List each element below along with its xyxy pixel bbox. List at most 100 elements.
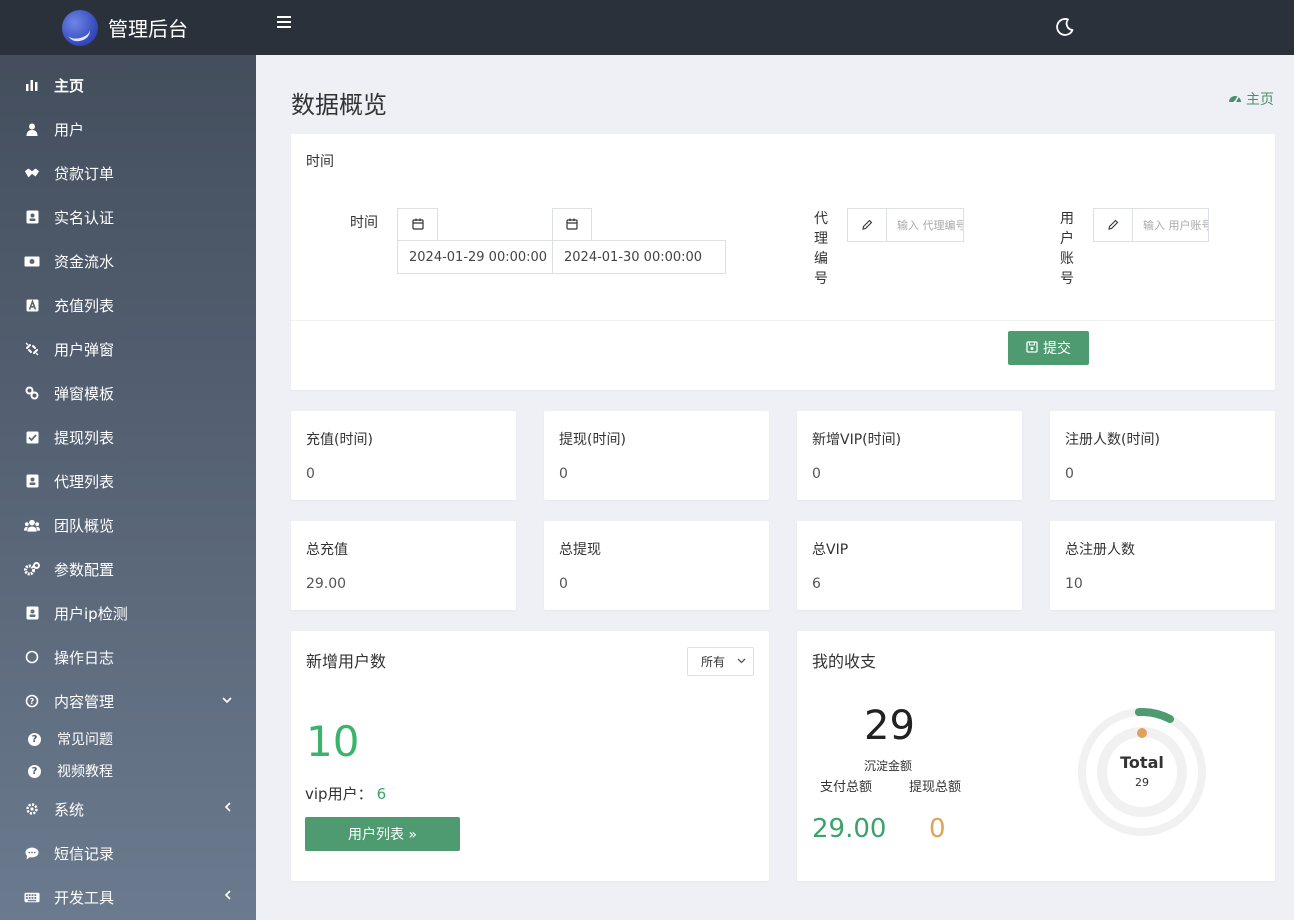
sidebar-item-users[interactable]: 用户 <box>0 107 256 151</box>
label-char: 账 <box>1060 251 1074 267</box>
withdraw-total-value: 0 <box>929 814 946 844</box>
address-book-icon <box>24 473 40 489</box>
pencil-icon <box>1107 216 1119 235</box>
stat-label: 注册人数(时间) <box>1065 432 1160 448</box>
circle-icon <box>24 649 40 665</box>
vip-count: 6 <box>376 785 387 803</box>
sidebar-item-dev-tools[interactable]: 开发工具 <box>0 875 256 919</box>
sidebar-item-popup-template[interactable]: 弹窗模板 <box>0 371 256 415</box>
hamburger-menu-icon[interactable] <box>277 16 291 30</box>
logo-icon <box>62 9 98 46</box>
vip-users: vip用户： 6 <box>305 783 386 804</box>
calendar-icon <box>411 215 424 234</box>
question-circle-icon: ? <box>24 693 40 709</box>
breadcrumb-home[interactable]: 主页 <box>1246 89 1274 109</box>
topbar <box>256 0 1294 55</box>
chevron-down-icon <box>737 656 746 667</box>
stat-value: 6 <box>812 576 821 592</box>
svg-text:?: ? <box>30 697 35 706</box>
moon-icon[interactable] <box>1055 17 1075 37</box>
chevron-left-icon <box>224 801 232 815</box>
sidebar-item-label: 开发工具 <box>54 888 115 907</box>
stat-label: 提现(时间) <box>559 432 626 448</box>
start-calendar-button[interactable] <box>397 208 438 241</box>
stat-card-total-withdraw: 总提现 0 <box>544 521 769 610</box>
sidebar-item-team-overview[interactable]: 团队概览 <box>0 503 256 547</box>
sidebar-item-content-mgmt[interactable]: ? 内容管理 <box>0 679 256 723</box>
bar-chart-icon <box>24 77 40 93</box>
stat-label: 新增VIP(时间) <box>812 432 902 448</box>
sidebar-item-label: 主页 <box>54 76 85 95</box>
end-calendar-button[interactable] <box>552 208 592 241</box>
finance-card: 我的收支 29 沉淀金额 支付总额 提现总额 29.00 0 Total 29 <box>797 631 1275 881</box>
donut-pay-arc <box>1134 708 1174 723</box>
sidebar-subitem-label: 视频教程 <box>57 764 113 780</box>
sidebar-item-home[interactable]: 主页 <box>0 63 256 107</box>
sidebar-subitem-faq[interactable]: ? 常见问题 <box>0 723 256 755</box>
pay-total-label: 支付总额 <box>820 780 873 795</box>
user-list-button[interactable]: 用户列表 » <box>305 817 460 851</box>
sidebar-subitem-label: 常见问题 <box>57 732 113 748</box>
user-filter-select[interactable]: 所有 <box>687 647 754 676</box>
letter-a-icon <box>24 297 40 313</box>
submit-button[interactable]: 提交 <box>1008 331 1089 365</box>
sidebar-item-label: 代理列表 <box>54 472 115 491</box>
sidebar-item-label: 内容管理 <box>54 692 115 711</box>
time-label: 时间 <box>350 215 378 231</box>
sidebar-item-label: 弹窗模板 <box>54 384 115 403</box>
stat-card-vip-period: 新增VIP(时间) 0 <box>797 411 1022 500</box>
id-card-icon <box>24 209 40 225</box>
sidebar-item-ip-check[interactable]: 用户ip检测 <box>0 591 256 635</box>
agent-id-label: 代 理 编 号 <box>814 209 828 289</box>
check-square-icon <box>24 429 40 445</box>
start-time-input[interactable]: 2024-01-29 00:00:00 <box>397 240 553 274</box>
sidebar-item-loan-orders[interactable]: 贷款订单 <box>0 151 256 195</box>
sidebar-item-label: 短信记录 <box>54 844 115 863</box>
keyboard-icon <box>24 889 40 905</box>
handshake-icon <box>24 165 40 181</box>
link-icon <box>24 385 40 401</box>
divider <box>291 320 1275 321</box>
withdraw-total-label: 提现总额 <box>909 780 962 795</box>
end-time-input[interactable]: 2024-01-30 00:00:00 <box>552 240 726 274</box>
sidebar: 管理后台 主页 用户 贷款订单 实名认证 资金流水 充值列表 用户弹窗 弹窗模板… <box>0 0 256 920</box>
sidebar-subitem-video[interactable]: ? 视频教程 <box>0 755 256 787</box>
sidebar-item-label: 资金流水 <box>54 252 115 271</box>
vip-label: vip用户： <box>305 785 373 803</box>
dashboard-icon <box>1228 92 1242 107</box>
sidebar-item-label: 用户ip检测 <box>54 604 128 623</box>
breadcrumb[interactable]: 主页 <box>1228 89 1274 109</box>
sidebar-item-sms-log[interactable]: 短信记录 <box>0 831 256 875</box>
sidebar-item-operation-log[interactable]: 操作日志 <box>0 635 256 679</box>
new-users-card: 新增用户数 所有 10 vip用户： 6 用户列表 » <box>291 631 769 881</box>
sidebar-item-real-name[interactable]: 实名认证 <box>0 195 256 239</box>
user-account-input[interactable]: 输入 用户账号 <box>1133 208 1209 242</box>
brand[interactable]: 管理后台 <box>0 0 256 55</box>
stat-card-recharge-period: 充值(时间) 0 <box>291 411 516 500</box>
sidebar-item-system[interactable]: 系统 <box>0 787 256 831</box>
sidebar-item-params[interactable]: 参数配置 <box>0 547 256 591</box>
sidebar-item-user-popup[interactable]: 用户弹窗 <box>0 327 256 371</box>
user-edit-addon <box>1093 208 1133 242</box>
pay-total-value: 29.00 <box>812 814 887 844</box>
stat-card-register-period: 注册人数(时间) 0 <box>1050 411 1275 500</box>
sidebar-item-label: 提现列表 <box>54 428 115 447</box>
stat-card-total-recharge: 总充值 29.00 <box>291 521 516 610</box>
agent-id-input[interactable]: 输入 代理编号 <box>887 208 964 242</box>
sidebar-item-label: 实名认证 <box>54 208 115 227</box>
stat-label: 总注册人数 <box>1065 542 1135 558</box>
sidebar-item-label: 充值列表 <box>54 296 115 315</box>
sidebar-item-agent-list[interactable]: 代理列表 <box>0 459 256 503</box>
stat-value: 29.00 <box>306 576 347 592</box>
donut-title: Total <box>1120 753 1164 772</box>
filter-card: 时间 时间 2024-01-29 00:00:00 2024-01-30 00:… <box>291 134 1275 390</box>
sidebar-item-fund-flow[interactable]: 资金流水 <box>0 239 256 283</box>
sidebar-item-label: 参数配置 <box>54 560 115 579</box>
stat-label: 充值(时间) <box>306 432 373 448</box>
sidebar-item-recharge-list[interactable]: 充值列表 <box>0 283 256 327</box>
user-account-label: 用 户 账 号 <box>1060 209 1074 289</box>
submit-label: 提交 <box>1043 341 1071 357</box>
finance-title: 我的收支 <box>812 652 877 671</box>
sidebar-item-withdraw-list[interactable]: 提现列表 <box>0 415 256 459</box>
stat-label: 总提现 <box>559 542 601 558</box>
